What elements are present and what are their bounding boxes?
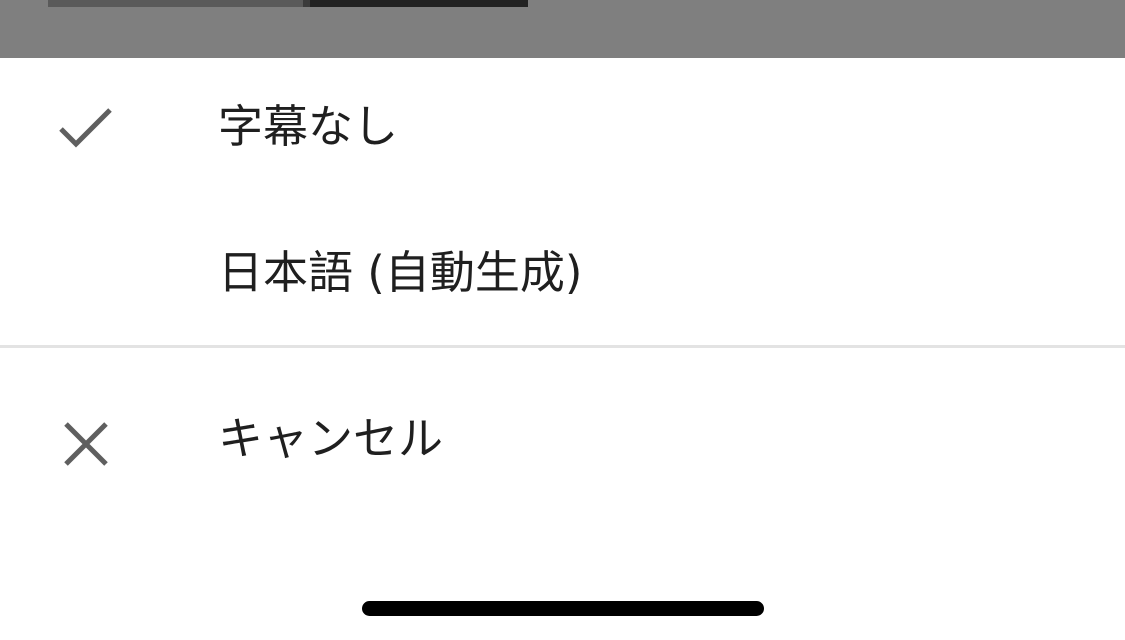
option-japanese-auto-label: 日本語 (自動生成) bbox=[218, 246, 583, 299]
video-backdrop[interactable] bbox=[0, 0, 1125, 58]
option-no-captions[interactable]: 字幕なし bbox=[0, 58, 1125, 198]
check-icon bbox=[59, 108, 112, 148]
home-indicator[interactable] bbox=[362, 601, 764, 616]
video-thumbnail-right bbox=[310, 0, 528, 7]
close-icon bbox=[64, 422, 108, 466]
video-thumbnail-left bbox=[48, 0, 303, 7]
divider bbox=[0, 345, 1125, 348]
option-japanese-auto[interactable]: 日本語 (自動生成) bbox=[0, 203, 1125, 343]
video-thumbnail bbox=[48, 0, 528, 7]
option-no-captions-label: 字幕なし bbox=[218, 100, 399, 153]
cancel-button[interactable]: キャンセル bbox=[0, 358, 1125, 498]
captions-bottom-sheet: 字幕なし 日本語 (自動生成) キャンセル bbox=[0, 58, 1125, 640]
cancel-label: キャンセル bbox=[218, 412, 444, 465]
